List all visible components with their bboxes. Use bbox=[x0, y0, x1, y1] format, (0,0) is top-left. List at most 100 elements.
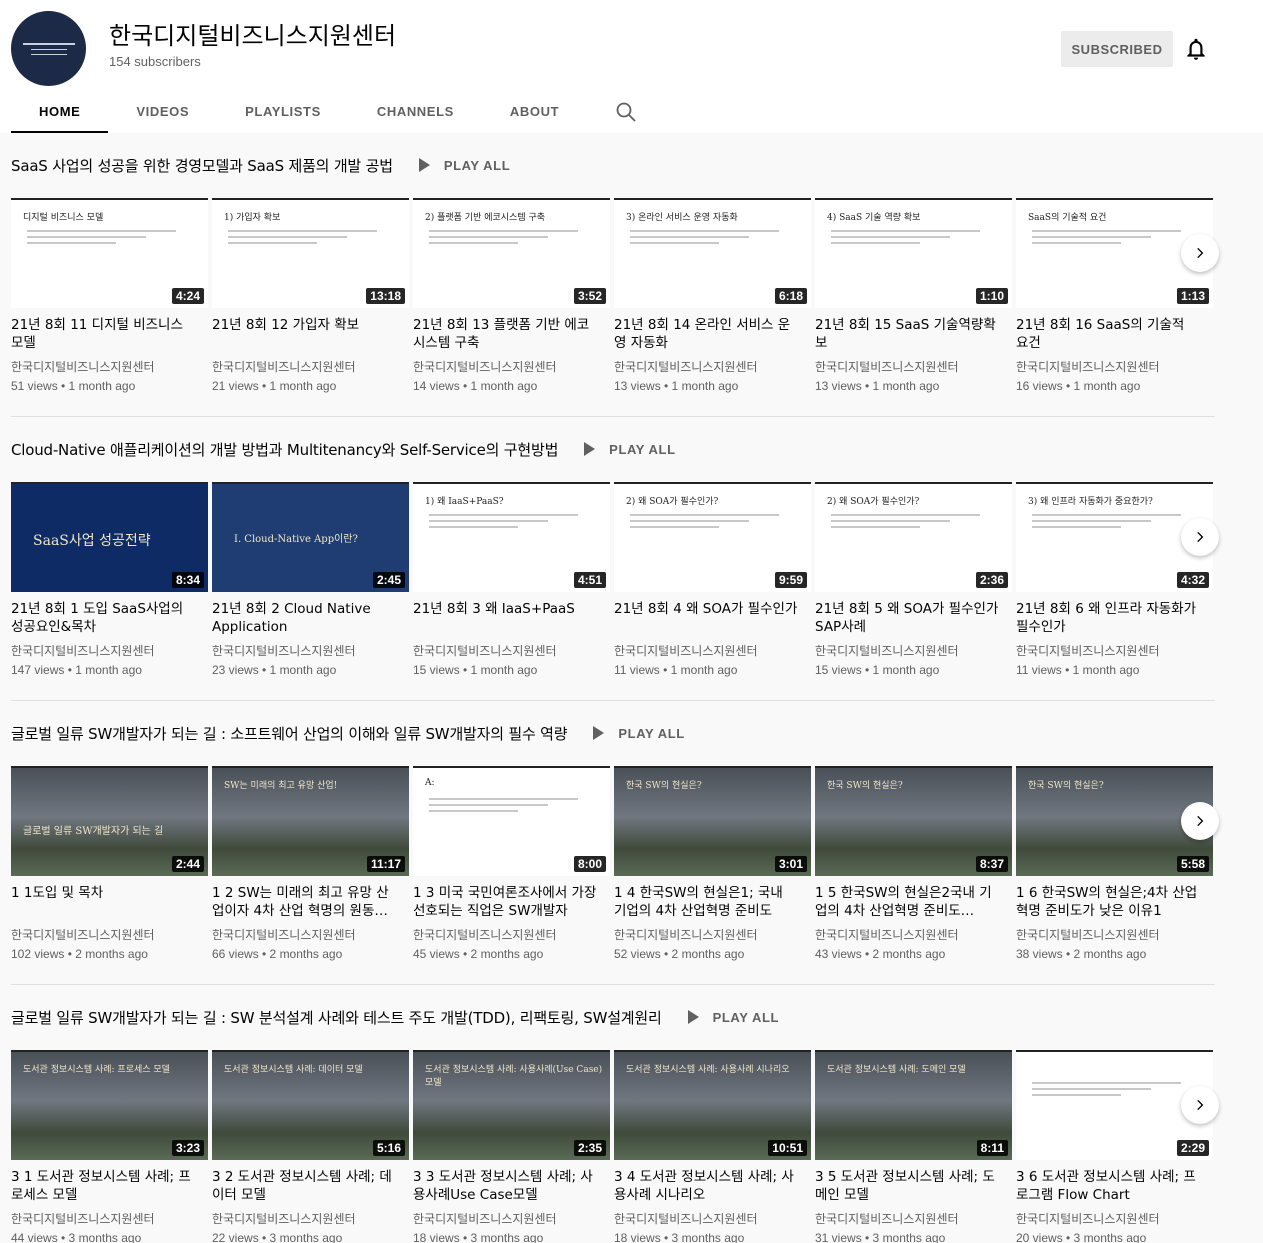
subscribe-button[interactable]: SUBSCRIBED bbox=[1061, 31, 1173, 67]
video-card[interactable]: 도서관 정보시스템 사례: 사용사례 시나리오 10:51 3 4 도서관 정보시스… bbox=[614, 1050, 811, 1243]
video-channel-name[interactable]: 한국디지털비즈니스지원센터 bbox=[212, 1210, 409, 1227]
search-icon[interactable] bbox=[614, 100, 638, 124]
video-thumbnail[interactable]: 한국 SW의 현실은? 3:01 bbox=[614, 766, 811, 876]
shelf-next-button[interactable] bbox=[1181, 802, 1219, 840]
video-channel-name[interactable]: 한국디지털비즈니스지원센터 bbox=[212, 358, 409, 375]
video-channel-name[interactable]: 한국디지털비즈니스지원센터 bbox=[1016, 1210, 1213, 1227]
play-all-button[interactable]: PLAY ALL bbox=[593, 726, 684, 741]
video-card[interactable]: 한국 SW의 현실은? 8:37 1 5 한국SW의 현실은2국내 기업의 4차 산… bbox=[815, 766, 1012, 961]
video-thumbnail[interactable]: 4) SaaS 기술 역량 확보 1:10 bbox=[815, 198, 1012, 308]
video-title[interactable]: 21년 8회 12 가입자 확보 bbox=[212, 316, 409, 352]
video-thumbnail[interactable]: SaaS사업 성공전략 8:34 bbox=[11, 482, 208, 592]
video-thumbnail[interactable]: I. Cloud-Native App이란? 2:45 bbox=[212, 482, 409, 592]
video-title[interactable]: 1 5 한국SW의 현실은2국내 기업의 4차 산업혁명 준비도… bbox=[815, 884, 1012, 920]
video-title[interactable]: 21년 8회 1 도입 SaaS사업의 성공요인&목차 bbox=[11, 600, 208, 636]
video-thumbnail[interactable]: 도서관 정보시스템 사례: 사용사례(Use Case) 모델 2:35 bbox=[413, 1050, 610, 1160]
video-channel-name[interactable]: 한국디지털비즈니스지원센터 bbox=[212, 642, 409, 659]
video-channel-name[interactable]: 한국디지털비즈니스지원센터 bbox=[1016, 642, 1213, 659]
video-channel-name[interactable]: 한국디지털비즈니스지원센터 bbox=[1016, 358, 1213, 375]
video-card[interactable]: 2) 왜 SOA가 필수인가? 9:59 21년 8회 4 왜 SOA가 필수인가 한… bbox=[614, 482, 811, 677]
video-thumbnail[interactable]: 한국 SW의 현실은? 8:37 bbox=[815, 766, 1012, 876]
video-card[interactable]: 도서관 정보시스템 사례: 데이터 모델 5:16 3 2 도서관 정보시스템 사례… bbox=[212, 1050, 409, 1243]
video-title[interactable]: 21년 8회 14 온라인 서비스 운영 자동화 bbox=[614, 316, 811, 352]
video-channel-name[interactable]: 한국디지털비즈니스지원센터 bbox=[815, 1210, 1012, 1227]
video-channel-name[interactable]: 한국디지털비즈니스지원센터 bbox=[413, 1210, 610, 1227]
video-title[interactable]: 21년 8회 6 왜 인프라 자동화가 필수인가 bbox=[1016, 600, 1213, 636]
video-thumbnail[interactable]: 1) 왜 IaaS+PaaS? 4:51 bbox=[413, 482, 610, 592]
video-thumbnail[interactable]: 도서관 정보시스템 사례: 데이터 모델 5:16 bbox=[212, 1050, 409, 1160]
video-thumbnail[interactable]: 글로벌 일류 SW개발자가 되는 길 2:44 bbox=[11, 766, 208, 876]
video-thumbnail[interactable]: 3) 온라인 서비스 운영 자동화 6:18 bbox=[614, 198, 811, 308]
video-title[interactable]: 21년 8회 13 플랫폼 기반 에코시스템 구축 bbox=[413, 316, 610, 352]
video-thumbnail[interactable]: A: 8:00 bbox=[413, 766, 610, 876]
video-title[interactable]: 21년 8회 3 왜 IaaS+PaaS bbox=[413, 600, 610, 636]
video-channel-name[interactable]: 한국디지털비즈니스지원센터 bbox=[11, 642, 208, 659]
video-title[interactable]: 21년 8회 15 SaaS 기술역량확보 bbox=[815, 316, 1012, 352]
video-title[interactable]: 21년 8회 11 디지털 비즈니스 모델 bbox=[11, 316, 208, 352]
play-all-button[interactable]: PLAY ALL bbox=[584, 442, 675, 457]
video-channel-name[interactable]: 한국디지털비즈니스지원센터 bbox=[413, 926, 610, 943]
video-card[interactable]: 도서관 정보시스템 사례: 사용사례(Use Case) 모델 2:35 3 3 도… bbox=[413, 1050, 610, 1243]
video-thumbnail[interactable]: 2) 플랫폼 기반 에코시스템 구축 3:52 bbox=[413, 198, 610, 308]
video-card[interactable]: 도서관 정보시스템 사례: 도메인 모델 8:11 3 5 도서관 정보시스템 사례… bbox=[815, 1050, 1012, 1243]
video-title[interactable]: 3 4 도서관 정보시스템 사례; 사용사례 시나리오 bbox=[614, 1168, 811, 1204]
video-title[interactable]: 1 1도입 및 목차 bbox=[11, 884, 208, 920]
shelf-title[interactable]: 글로벌 일류 SW개발자가 되는 길 : SW 분석설계 사례와 테스트 주도 … bbox=[11, 1007, 662, 1028]
shelf-title[interactable]: SaaS 사업의 성공을 위한 경영모델과 SaaS 제품의 개발 공법 bbox=[11, 155, 393, 176]
video-card[interactable]: 2:29 3 6 도서관 정보시스템 사례; 프로그램 Flow Chart 한국디… bbox=[1016, 1050, 1213, 1243]
video-channel-name[interactable]: 한국디지털비즈니스지원센터 bbox=[11, 358, 208, 375]
video-channel-name[interactable]: 한국디지털비즈니스지원센터 bbox=[11, 1210, 208, 1227]
video-card[interactable]: SW는 미래의 최고 유망 산업! 11:17 1 2 SW는 미래의 최고 유망 … bbox=[212, 766, 409, 961]
bell-icon[interactable] bbox=[1183, 36, 1209, 62]
video-card[interactable]: 디지털 비즈니스 모델 4:24 21년 8회 11 디지털 비즈니스 모델한국디지… bbox=[11, 198, 208, 393]
video-title[interactable]: 1 3 미국 국민여론조사에서 가장 선호되는 직업은 SW개발자 bbox=[413, 884, 610, 920]
tab-videos[interactable]: VIDEOS bbox=[108, 90, 217, 133]
video-thumbnail[interactable]: 2) 왜 SOA가 필수인가? 9:59 bbox=[614, 482, 811, 592]
video-card[interactable]: 도서관 정보시스템 사례: 프로세스 모델 3:23 3 1 도서관 정보시스템 사… bbox=[11, 1050, 208, 1243]
video-title[interactable]: 1 2 SW는 미래의 최고 유망 산업이자 4차 산업 혁명의 원동… bbox=[212, 884, 409, 920]
video-thumbnail[interactable]: 도서관 정보시스템 사례: 사용사례 시나리오 10:51 bbox=[614, 1050, 811, 1160]
tab-about[interactable]: ABOUT bbox=[482, 90, 587, 133]
video-channel-name[interactable]: 한국디지털비즈니스지원센터 bbox=[815, 926, 1012, 943]
video-thumbnail[interactable]: 도서관 정보시스템 사례: 도메인 모델 8:11 bbox=[815, 1050, 1012, 1160]
video-card[interactable]: 한국 SW의 현실은? 3:01 1 4 한국SW의 현실은1; 국내 기업의 4차… bbox=[614, 766, 811, 961]
video-card[interactable]: 글로벌 일류 SW개발자가 되는 길 2:44 1 1도입 및 목차한국디지털비즈니… bbox=[11, 766, 208, 961]
video-title[interactable]: 21년 8회 2 Cloud Native Application bbox=[212, 600, 409, 636]
shelf-title[interactable]: Cloud-Native 애플리케이션의 개발 방법과 Multitenancy… bbox=[11, 439, 558, 460]
video-title[interactable]: 1 4 한국SW의 현실은1; 국내 기업의 4차 산업혁명 준비도 bbox=[614, 884, 811, 920]
video-channel-name[interactable]: 한국디지털비즈니스지원센터 bbox=[413, 358, 610, 375]
video-card[interactable]: 한국 SW의 현실은? 5:58 1 6 한국SW의 현실은;4차 산업혁명 준비도… bbox=[1016, 766, 1213, 961]
video-title[interactable]: 3 3 도서관 정보시스템 사례; 사용사례Use Case모델 bbox=[413, 1168, 610, 1204]
tab-home[interactable]: HOME bbox=[11, 90, 109, 133]
shelf-title[interactable]: 글로벌 일류 SW개발자가 되는 길 : 소프트웨어 산업의 이해와 일류 SW… bbox=[11, 723, 568, 744]
video-channel-name[interactable]: 한국디지털비즈니스지원센터 bbox=[11, 926, 208, 943]
tab-channels[interactable]: CHANNELS bbox=[349, 90, 482, 133]
video-card[interactable]: SaaS사업 성공전략 8:34 21년 8회 1 도입 SaaS사업의 성공요인&… bbox=[11, 482, 208, 677]
video-card[interactable]: A: 8:00 1 3 미국 국민여론조사에서 가장 선호되는 직업은 SW개발자한… bbox=[413, 766, 610, 961]
video-channel-name[interactable]: 한국디지털비즈니스지원센터 bbox=[413, 642, 610, 659]
video-thumbnail[interactable]: 디지털 비즈니스 모델 4:24 bbox=[11, 198, 208, 308]
video-title[interactable]: 3 1 도서관 정보시스템 사례; 프로세스 모델 bbox=[11, 1168, 208, 1204]
video-title[interactable]: 3 2 도서관 정보시스템 사례; 데이터 모델 bbox=[212, 1168, 409, 1204]
shelf-next-button[interactable] bbox=[1181, 234, 1219, 272]
channel-avatar[interactable] bbox=[11, 11, 86, 86]
video-card[interactable]: SaaS의 기술적 요건 1:13 21년 8회 16 SaaS의 기술적 요건 한국… bbox=[1016, 198, 1213, 393]
video-channel-name[interactable]: 한국디지털비즈니스지원센터 bbox=[1016, 926, 1213, 943]
video-card[interactable]: 2) 플랫폼 기반 에코시스템 구축 3:52 21년 8회 13 플랫폼 기반 에… bbox=[413, 198, 610, 393]
shelf-next-button[interactable] bbox=[1181, 1086, 1219, 1124]
video-card[interactable]: 1) 왜 IaaS+PaaS? 4:51 21년 8회 3 왜 IaaS+PaaS 한… bbox=[413, 482, 610, 677]
video-thumbnail[interactable]: 1) 가입자 확보 13:18 bbox=[212, 198, 409, 308]
play-all-button[interactable]: PLAY ALL bbox=[687, 1010, 779, 1025]
video-title[interactable]: 21년 8회 16 SaaS의 기술적 요건 bbox=[1016, 316, 1213, 352]
video-card[interactable]: 4) SaaS 기술 역량 확보 1:10 21년 8회 15 SaaS 기술역량확… bbox=[815, 198, 1012, 393]
video-title[interactable]: 3 5 도서관 정보시스템 사례; 도메인 모델 bbox=[815, 1168, 1012, 1204]
video-card[interactable]: I. Cloud-Native App이란? 2:45 21년 8회 2 Cloud… bbox=[212, 482, 409, 677]
video-channel-name[interactable]: 한국디지털비즈니스지원센터 bbox=[212, 926, 409, 943]
video-title[interactable]: 21년 8회 5 왜 SOA가 필수인가 SAP사례 bbox=[815, 600, 1012, 636]
tab-playlists[interactable]: PLAYLISTS bbox=[217, 90, 349, 133]
video-channel-name[interactable]: 한국디지털비즈니스지원센터 bbox=[614, 358, 811, 375]
video-channel-name[interactable]: 한국디지털비즈니스지원센터 bbox=[614, 1210, 811, 1227]
video-title[interactable]: 3 6 도서관 정보시스템 사례; 프로그램 Flow Chart bbox=[1016, 1168, 1213, 1204]
video-thumbnail[interactable]: 2) 왜 SOA가 필수인가? 2:36 bbox=[815, 482, 1012, 592]
video-card[interactable]: 3) 온라인 서비스 운영 자동화 6:18 21년 8회 14 온라인 서비스 운… bbox=[614, 198, 811, 393]
